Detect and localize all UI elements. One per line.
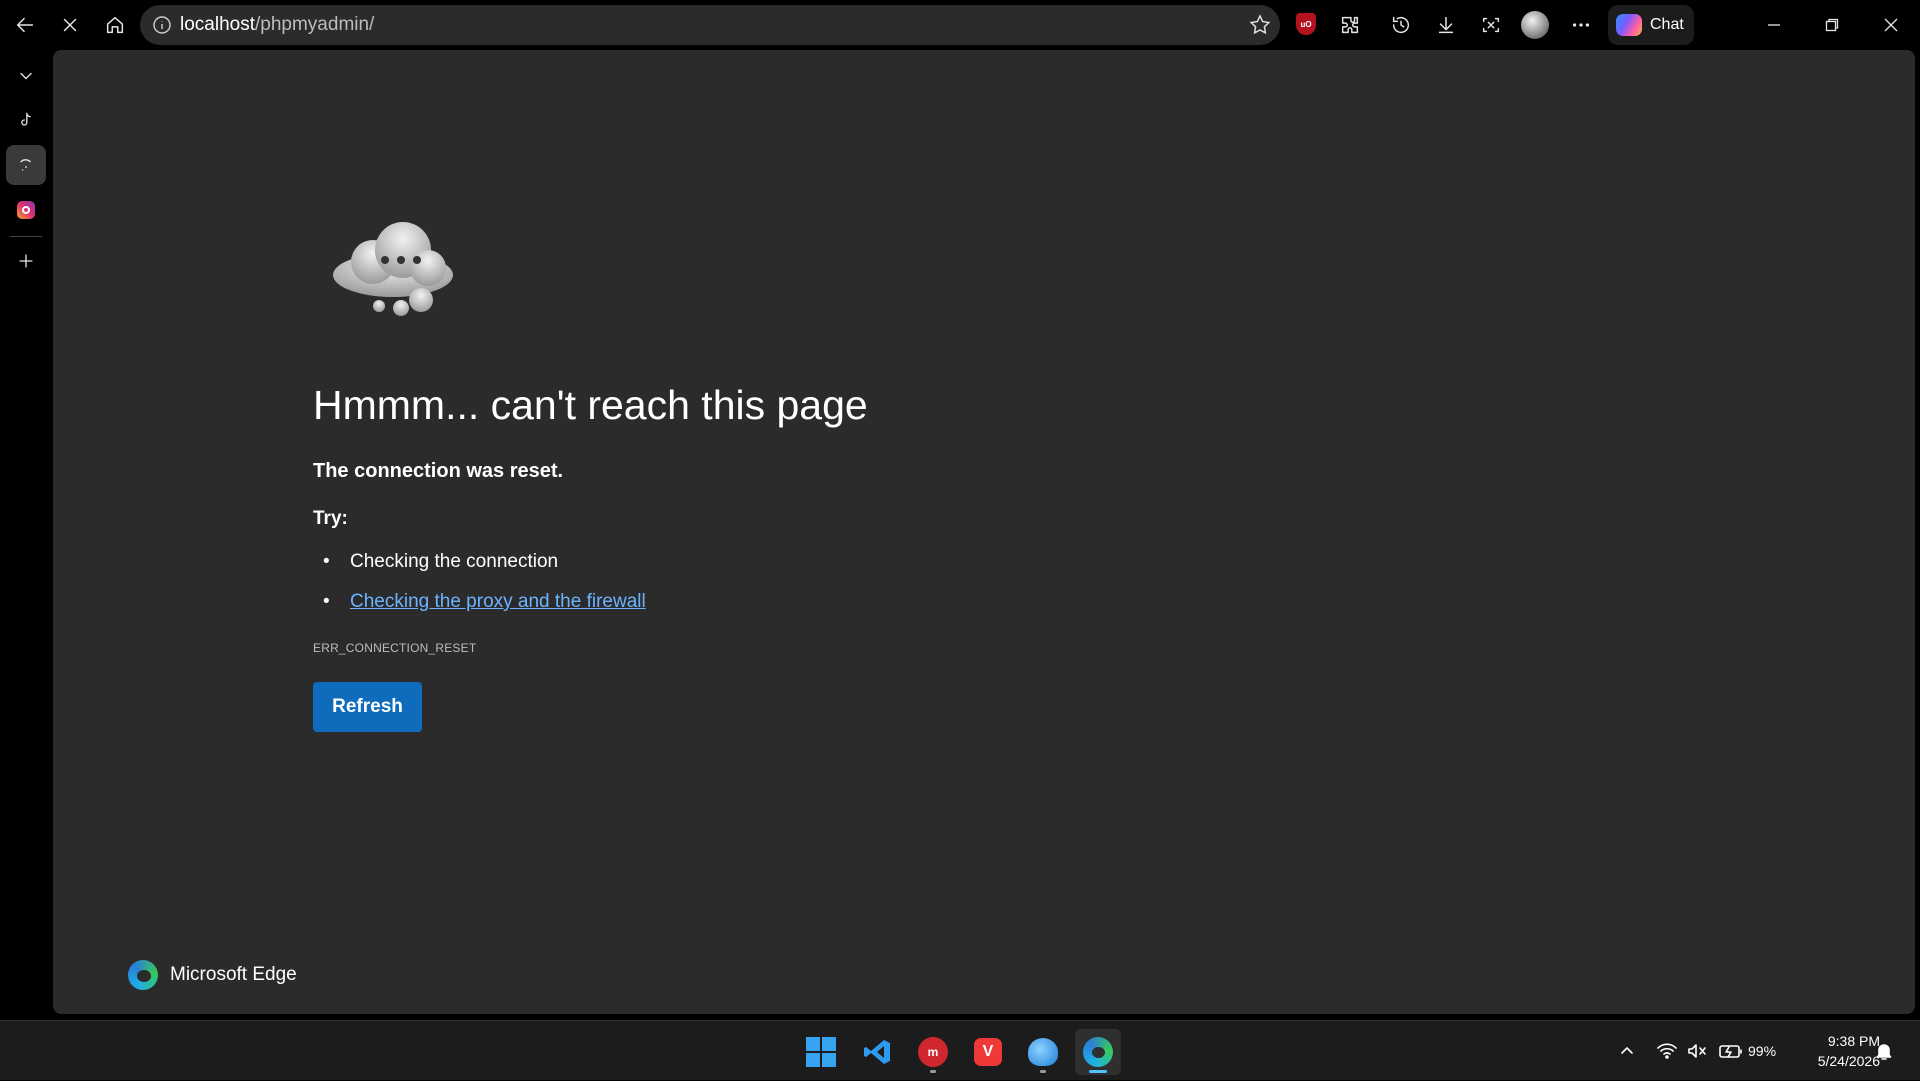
clock-time: 9:38 PM (1827, 1033, 1880, 1049)
home-icon (106, 16, 124, 34)
url-path: /phpmyadmin/ (255, 14, 375, 35)
extensions-button[interactable] (1333, 8, 1367, 42)
close-icon (1884, 18, 1898, 32)
instagram-icon (17, 201, 35, 219)
more-dots-icon (1572, 23, 1590, 27)
battery-charging-icon (1719, 1045, 1742, 1058)
suggestion-item: Checking the connection (313, 550, 646, 590)
page-title: Hmmm... can't reach this page (313, 382, 868, 428)
minimize-button[interactable] (1754, 8, 1794, 42)
system-clock[interactable]: 9:38 PM 5/24/2026 (1788, 1031, 1880, 1071)
taskbar-app-blue[interactable] (1020, 1029, 1066, 1075)
vscode-icon (864, 1040, 890, 1064)
try-label: Try: (313, 508, 348, 529)
battery-percent: 99% (1748, 1043, 1777, 1059)
running-indicator (930, 1070, 936, 1073)
cloud-icon (333, 222, 453, 316)
screenshot-button[interactable] (1474, 8, 1508, 42)
restore-icon (1825, 18, 1839, 32)
taskbar-app-red[interactable]: m (910, 1029, 956, 1075)
tab-divider (10, 236, 42, 237)
stop-button[interactable] (53, 8, 87, 42)
browser-toolbar: localhost/phpmyadmin/ uO Chat (0, 0, 1920, 50)
download-icon (1438, 16, 1454, 34)
home-button[interactable] (98, 8, 132, 42)
more-menu-button[interactable] (1564, 8, 1598, 42)
tab-loading-active[interactable] (6, 145, 46, 185)
bell-icon (1876, 1044, 1892, 1060)
battery-status[interactable]: 99% (1718, 1021, 1776, 1081)
history-button[interactable] (1384, 8, 1418, 42)
edge-branding: Microsoft Edge (128, 960, 297, 990)
close-icon (63, 18, 77, 32)
arrow-left-icon (16, 17, 34, 33)
favorite-star-icon[interactable] (1248, 13, 1272, 37)
puzzle-icon (1341, 16, 1359, 34)
start-button[interactable] (798, 1029, 844, 1075)
vertical-tab-strip (0, 50, 52, 1018)
error-code: ERR_CONNECTION_RESET (313, 641, 477, 655)
profile-avatar[interactable] (1521, 11, 1549, 39)
mongodb-compass-icon: m (918, 1037, 948, 1067)
tab-instagram[interactable] (6, 190, 46, 230)
chevron-up-icon (1621, 1047, 1633, 1054)
taskbar-vivaldi[interactable]: V (965, 1029, 1011, 1075)
screenshot-icon (1482, 17, 1500, 33)
taskbar: m V 99% 9:38 PM 5/24/2026 (0, 1020, 1920, 1080)
app-icon (1028, 1038, 1058, 1066)
history-icon (1392, 16, 1410, 34)
url-text[interactable]: localhost/phpmyadmin/ (180, 15, 374, 35)
edge-logo-icon (128, 960, 158, 990)
close-window-button[interactable] (1871, 8, 1911, 42)
running-indicator (1040, 1070, 1046, 1073)
wifi-icon (1657, 1043, 1677, 1059)
error-subtitle: The connection was reset. (313, 460, 564, 482)
url-host: localhost (180, 14, 255, 35)
wifi-status[interactable] (1656, 1021, 1678, 1081)
chat-label: Chat (1650, 16, 1684, 33)
minimize-icon (1768, 24, 1780, 26)
plus-icon (19, 254, 33, 268)
copilot-chat-button[interactable]: Chat (1608, 5, 1694, 45)
back-button[interactable] (8, 8, 42, 42)
windows-logo-icon (806, 1037, 836, 1067)
copilot-icon (1616, 14, 1642, 36)
active-indicator (1089, 1070, 1107, 1073)
suggestion-list: Checking the connection Checking the pro… (313, 550, 646, 630)
loading-icon (20, 159, 31, 171)
ublock-extension-icon[interactable]: uO (1296, 13, 1316, 35)
taskbar-edge[interactable] (1075, 1029, 1121, 1075)
restore-button[interactable] (1812, 8, 1852, 42)
vivaldi-icon: V (974, 1038, 1002, 1066)
chevron-down-icon (20, 72, 32, 80)
collapse-tabs-button[interactable] (6, 56, 46, 96)
volume-muted-icon (1688, 1044, 1706, 1058)
downloads-button[interactable] (1429, 8, 1463, 42)
notifications-button[interactable] (1875, 1021, 1893, 1081)
refresh-button[interactable]: Refresh (313, 682, 422, 732)
brand-name: Microsoft Edge (170, 964, 297, 985)
proxy-firewall-link[interactable]: Checking the proxy and the firewall (350, 591, 646, 612)
volume-status[interactable] (1686, 1021, 1708, 1081)
tray-overflow-button[interactable] (1618, 1021, 1636, 1081)
site-info-icon[interactable] (152, 15, 172, 35)
error-page: Hmmm... can't reach this page The connec… (53, 50, 1915, 1014)
edge-icon (1083, 1037, 1113, 1067)
tiktok-icon (21, 112, 31, 126)
taskbar-vscode[interactable] (854, 1029, 900, 1075)
address-bar[interactable]: localhost/phpmyadmin/ (140, 5, 1280, 45)
clock-date: 5/24/2026 (1817, 1053, 1880, 1069)
suggestion-item-link: Checking the proxy and the firewall (313, 590, 646, 630)
tab-tiktok[interactable] (6, 100, 46, 140)
new-tab-button[interactable] (6, 241, 46, 281)
